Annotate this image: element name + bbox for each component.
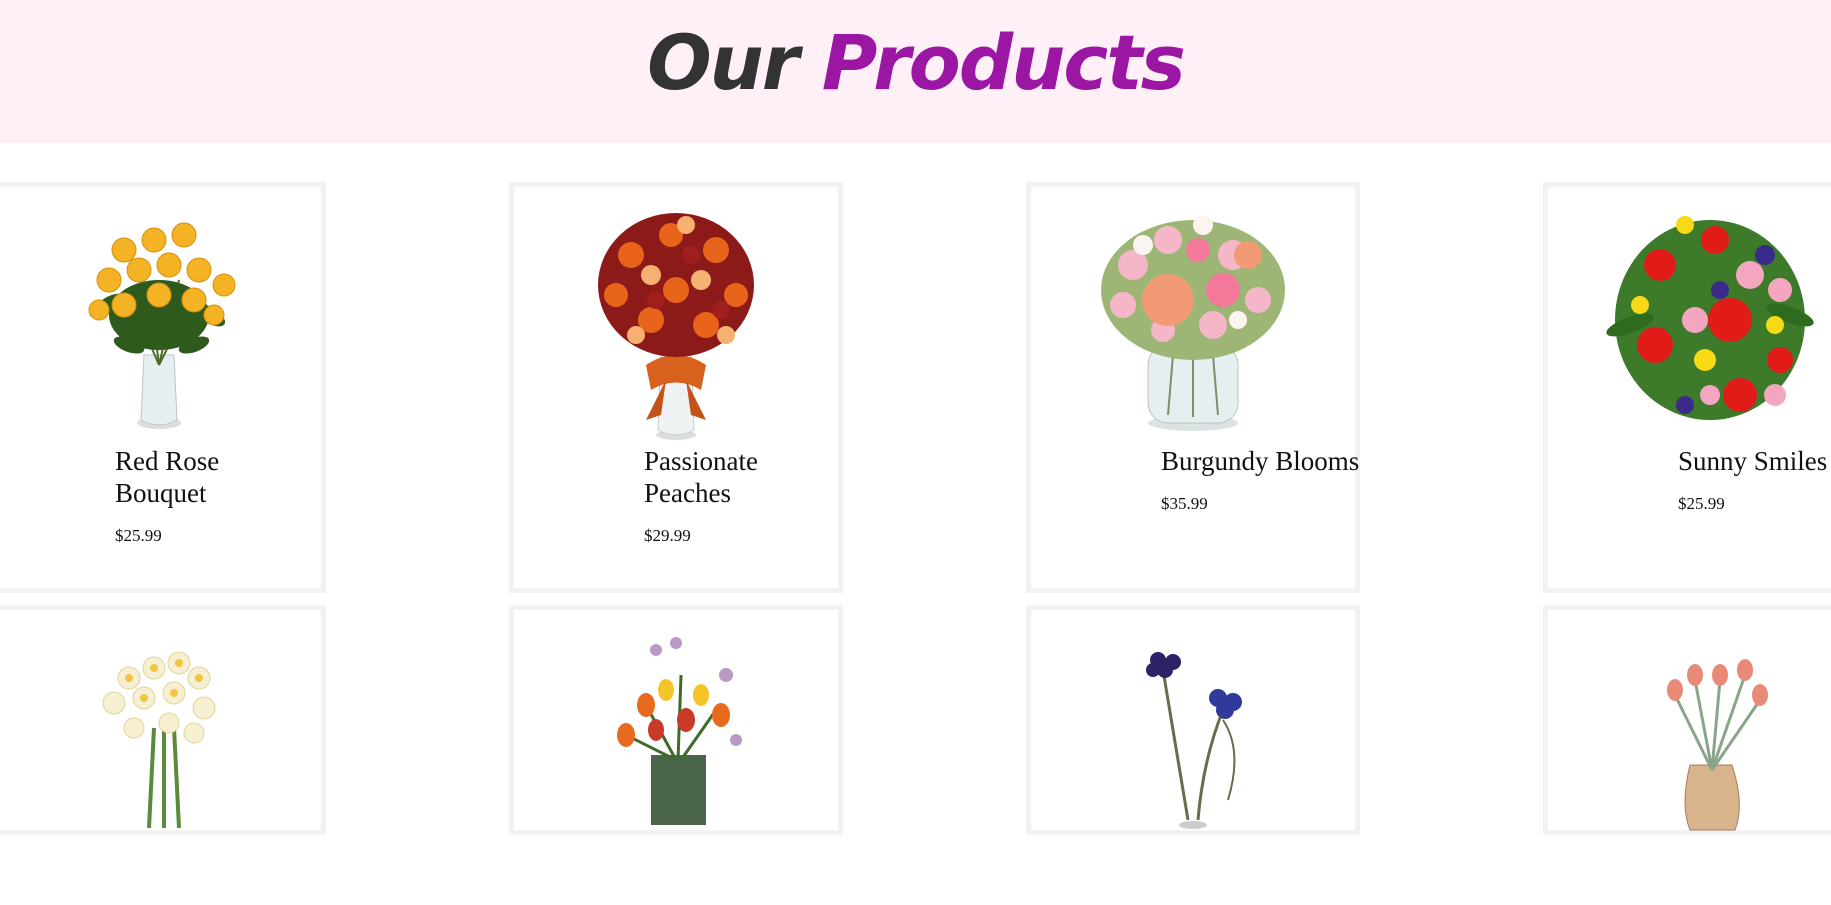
product-image-purple-anemone [1031, 640, 1355, 890]
product-name[interactable]: Sunny Smiles [1678, 445, 1831, 477]
title-our: Our [647, 18, 799, 107]
product-card[interactable]: Red Rose Bouquet $25.99 [0, 182, 326, 593]
product-card[interactable] [1026, 605, 1360, 835]
product-name[interactable]: Passionate Peaches [644, 445, 794, 509]
product-card[interactable]: Passionate Peaches $29.99 [509, 182, 843, 593]
product-name[interactable]: Red Rose Bouquet [115, 445, 265, 509]
product-image-white-daffodils [0, 648, 321, 898]
product-name[interactable]: Burgundy Blooms [1161, 445, 1371, 477]
title-products: Products [821, 18, 1186, 107]
product-price: $29.99 [644, 526, 691, 545]
product-image-yellow-roses [0, 195, 321, 445]
product-card[interactable]: Burgundy Blooms $35.99 [1026, 182, 1360, 593]
product-card[interactable] [509, 605, 843, 835]
product-image-burgundy-blooms [1031, 195, 1355, 445]
product-image-sunny-smiles [1548, 195, 1831, 445]
product-card[interactable]: Sunny Smiles $25.99 [1543, 182, 1831, 593]
product-image-passionate-peaches [514, 195, 838, 445]
product-image-tulip-vase [514, 635, 838, 885]
product-price: $35.99 [1161, 494, 1208, 513]
page-title: Our Products [0, 0, 1831, 130]
product-price: $25.99 [115, 526, 162, 545]
product-image-pink-tulips [1548, 655, 1831, 905]
product-card[interactable] [0, 605, 326, 835]
page-header: Our Products [0, 0, 1831, 143]
product-price: $25.99 [1678, 494, 1725, 513]
product-card[interactable] [1543, 605, 1831, 835]
